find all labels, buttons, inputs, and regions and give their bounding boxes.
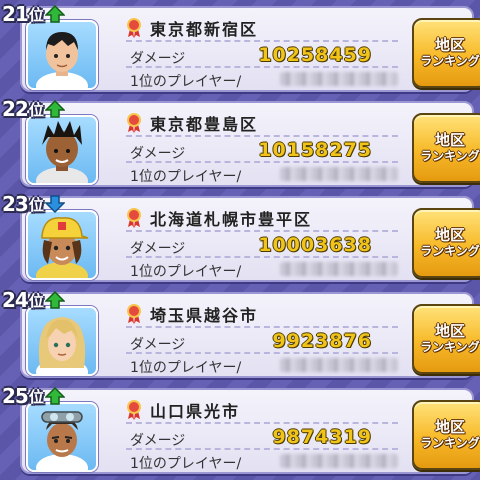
player-avatar — [26, 115, 98, 185]
medal-icon — [127, 304, 141, 324]
top-player-label: 1位のプレイヤー/ — [130, 74, 242, 90]
region-ranking-button[interactable]: 地区 ランキング — [412, 304, 480, 374]
button-label-line1: 地区 — [434, 131, 465, 150]
button-label-line2: ランキング — [420, 243, 480, 258]
player-avatar — [26, 20, 98, 90]
medal-icon — [127, 18, 141, 38]
ranking-list: 21 位 東京都新宿区 ダメージ 10258459 1位のプレイヤー/ 地区 ラン… — [0, 0, 480, 480]
divider — [126, 230, 398, 232]
ranking-row: 21 位 東京都新宿区 ダメージ 10258459 1位のプレイヤー/ 地区 ラン… — [2, 2, 480, 92]
rank-number: 24 位 — [2, 288, 65, 312]
region-ranking-button[interactable]: 地区 ランキング — [412, 18, 480, 88]
rank-value: 21 — [2, 2, 29, 26]
region-ranking-button[interactable]: 地区 ランキング — [412, 208, 480, 278]
rank-number: 25 位 — [2, 384, 65, 408]
rank-up-arrow-icon — [44, 5, 65, 23]
divider — [126, 352, 398, 354]
rank-value: 23 — [2, 192, 29, 216]
damage-label: ダメージ — [130, 433, 186, 449]
divider — [126, 448, 398, 450]
medal-icon — [127, 400, 141, 420]
rank-value: 24 — [2, 288, 29, 312]
damage-label: ダメージ — [130, 146, 186, 162]
medal-icon — [127, 208, 141, 228]
damage-value: 9923876 — [272, 330, 372, 352]
top-player-label: 1位のプレイヤー/ — [130, 456, 242, 472]
blurred-player-name — [280, 262, 398, 276]
damage-label: ダメージ — [130, 51, 186, 67]
ranking-row: 24 位 埼玉県越谷市 ダメージ 9923876 1位のプレイヤー/ 地区 ランキ… — [2, 288, 480, 378]
rank-value: 25 — [2, 384, 29, 408]
button-label-line2: ランキング — [420, 435, 480, 450]
rank-up-arrow-icon — [44, 291, 65, 309]
region-name: 北海道札幌市豊平区 — [150, 210, 313, 229]
top-player-label: 1位のプレイヤー/ — [130, 169, 242, 185]
divider — [126, 135, 398, 137]
button-label-line1: 地区 — [434, 322, 465, 341]
divider — [126, 326, 398, 328]
blurred-player-name — [280, 358, 398, 372]
player-avatar — [26, 402, 98, 472]
damage-value: 9874319 — [272, 426, 372, 448]
damage-label: ダメージ — [130, 337, 186, 353]
button-label-line1: 地区 — [434, 36, 465, 55]
damage-value: 10258459 — [258, 44, 372, 66]
ranking-row: 23 位 北海道札幌市豊平区 ダメージ 10003638 1位のプレイヤー/ 地区… — [2, 192, 480, 282]
damage-value: 10158275 — [258, 139, 372, 161]
region-ranking-button[interactable]: 地区 ランキング — [412, 113, 480, 183]
top-player-label: 1位のプレイヤー/ — [130, 264, 242, 280]
blurred-player-name — [280, 167, 398, 181]
region-ranking-button[interactable]: 地区 ランキング — [412, 400, 480, 470]
damage-value: 10003638 — [258, 234, 372, 256]
rank-down-arrow-icon — [44, 195, 65, 213]
rank-number: 23 位 — [2, 192, 65, 216]
rank-suffix: 位 — [28, 195, 44, 214]
divider — [126, 161, 398, 163]
player-avatar — [26, 306, 98, 376]
divider — [126, 256, 398, 258]
rank-up-arrow-icon — [44, 387, 65, 405]
rank-value: 22 — [2, 97, 29, 121]
button-label-line1: 地区 — [434, 418, 465, 437]
blurred-player-name — [280, 72, 398, 86]
rank-suffix: 位 — [28, 5, 44, 24]
divider — [126, 66, 398, 68]
rank-suffix: 位 — [28, 100, 44, 119]
damage-label: ダメージ — [130, 241, 186, 257]
rank-suffix: 位 — [28, 291, 44, 310]
top-player-label: 1位のプレイヤー/ — [130, 360, 242, 376]
blurred-player-name — [280, 454, 398, 468]
ranking-row: 22 位 東京都豊島区 ダメージ 10158275 1位のプレイヤー/ 地区 ラン… — [2, 97, 480, 187]
region-name: 東京都新宿区 — [150, 20, 259, 39]
rank-up-arrow-icon — [44, 100, 65, 118]
button-label-line2: ランキング — [420, 148, 480, 163]
rank-number: 22 位 — [2, 97, 65, 121]
region-name: 山口県光市 — [150, 402, 241, 421]
button-label-line2: ランキング — [420, 53, 480, 68]
region-name: 埼玉県越谷市 — [150, 306, 259, 325]
player-avatar — [26, 210, 98, 280]
button-label-line1: 地区 — [434, 226, 465, 245]
divider — [126, 40, 398, 42]
button-label-line2: ランキング — [420, 339, 480, 354]
region-name: 東京都豊島区 — [150, 115, 259, 134]
ranking-row: 25 位 山口県光市 ダメージ 9874319 1位のプレイヤー/ 地区 ランキン… — [2, 384, 480, 474]
medal-icon — [127, 113, 141, 133]
divider — [126, 422, 398, 424]
rank-number: 21 位 — [2, 2, 65, 26]
rank-suffix: 位 — [28, 387, 44, 406]
